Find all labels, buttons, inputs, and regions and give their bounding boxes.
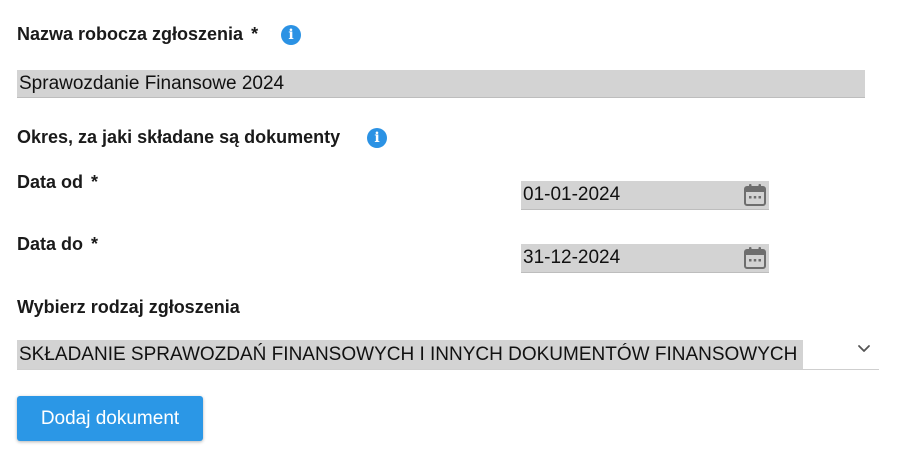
calendar-icon[interactable]: [743, 183, 767, 207]
date-to-label-text: Data do: [17, 234, 84, 254]
add-document-form: Nazwa robocza zgłoszenia * i Okres, za ja…: [0, 0, 905, 452]
add-document-button[interactable]: Dodaj dokument: [17, 396, 203, 441]
date-from-label: Data od *: [17, 171, 98, 193]
type-select-label: Wybierz rodzaj zgłoszenia: [17, 297, 240, 317]
calendar-icon[interactable]: [743, 246, 767, 270]
required-mark: *: [251, 24, 259, 44]
date-from-input[interactable]: [521, 181, 733, 209]
required-mark: *: [91, 234, 99, 254]
name-field-label-text: Nazwa robocza zgłoszenia: [17, 24, 244, 44]
date-from-label-text: Data od: [17, 172, 84, 192]
type-select[interactable]: SKŁADANIE SPRAWOZDAŃ FINANSOWYCH I INNYC…: [17, 340, 879, 370]
type-select-value: SKŁADANIE SPRAWOZDAŃ FINANSOWYCH I INNYC…: [17, 340, 804, 369]
info-icon[interactable]: i: [281, 25, 301, 45]
name-input[interactable]: [17, 70, 865, 98]
required-mark: *: [91, 172, 99, 192]
date-from-field: [521, 181, 769, 210]
date-to-input[interactable]: [521, 244, 733, 272]
name-field-label: Nazwa robocza zgłoszenia *: [17, 23, 258, 45]
date-to-field: [521, 244, 769, 273]
period-heading: Okres, za jaki składane są dokumenty: [17, 127, 341, 147]
info-icon[interactable]: i: [367, 128, 387, 148]
chevron-down-icon: [858, 345, 870, 352]
date-to-label: Data do *: [17, 233, 98, 255]
